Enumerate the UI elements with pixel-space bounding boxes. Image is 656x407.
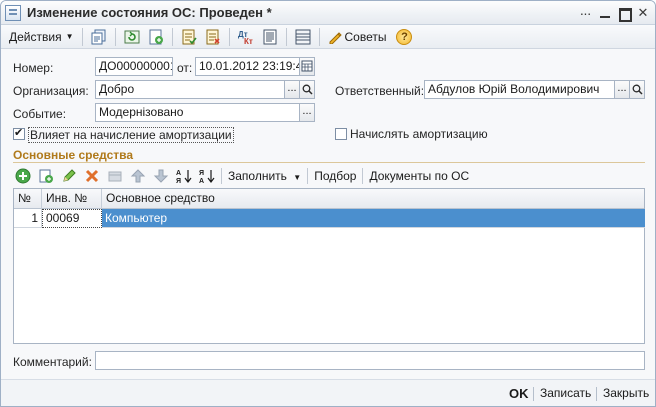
advice-label: Советы xyxy=(344,29,387,44)
actions-menu-button[interactable]: Действия ▼ xyxy=(5,27,78,47)
window-title: Изменение состояния ОС: Проведен * xyxy=(27,5,272,20)
organization-field[interactable]: Добро xyxy=(95,80,285,99)
list-icon[interactable] xyxy=(293,27,313,47)
svg-text:А: А xyxy=(199,178,204,184)
copy-row-icon[interactable] xyxy=(36,166,56,186)
help-button[interactable]: ? xyxy=(396,28,413,45)
advice-button[interactable]: Советы xyxy=(324,30,391,44)
comment-label: Комментарий: xyxy=(13,355,92,369)
event-field[interactable]: Модернізовано xyxy=(95,103,300,122)
documents-button[interactable]: Документы по ОС xyxy=(364,169,474,183)
section-title: Основные средства xyxy=(13,148,134,162)
window-menu-icon[interactable]: ··· xyxy=(576,4,594,22)
inventory-number-cell[interactable]: 00069 xyxy=(42,209,102,228)
refresh-icon[interactable] xyxy=(122,27,142,47)
debit-credit-icon[interactable]: Дт Кт xyxy=(236,27,256,47)
copy-icon[interactable] xyxy=(89,27,109,47)
svg-text:Кт: Кт xyxy=(244,37,253,45)
svg-text:А: А xyxy=(176,170,181,177)
responsible-label: Ответственный: xyxy=(335,84,425,98)
move-down-icon xyxy=(151,166,171,186)
number-label: Номер: xyxy=(13,61,54,75)
calendar-icon xyxy=(301,60,313,72)
minimize-button[interactable] xyxy=(596,4,614,22)
asset-cell[interactable]: Компьютер xyxy=(102,209,645,228)
footer-bar: OK Записать Закрыть xyxy=(1,379,655,406)
toolbar-separator xyxy=(114,27,116,46)
advice-icon xyxy=(329,31,342,44)
table-toolbar: АЯ ЯА Заполнить ▼ Подбор Документы по ОС xyxy=(13,165,645,187)
column-header-inventory[interactable]: Инв. № xyxy=(42,189,102,209)
maximize-button[interactable] xyxy=(615,4,633,22)
table-toolbar-separator xyxy=(362,168,364,184)
post-document-icon[interactable] xyxy=(179,27,199,47)
responsible-field[interactable]: Абдулов Юрій Володимирович xyxy=(424,80,615,99)
ok-button[interactable]: OK xyxy=(509,386,529,401)
new-document-icon[interactable] xyxy=(146,27,166,47)
accrue-depreciation-checkbox[interactable] xyxy=(335,128,347,140)
date-label: от: xyxy=(177,61,193,75)
sort-ascending-icon[interactable]: АЯ xyxy=(174,166,194,186)
svg-text:Я: Я xyxy=(199,170,204,177)
close-window-button[interactable]: ✕ xyxy=(634,4,652,22)
table-row[interactable]: 1 00069 Компьютер xyxy=(14,209,645,228)
toolbar-separator xyxy=(228,27,230,46)
end-edit-icon xyxy=(105,166,125,186)
date-field[interactable]: 10.01.2012 23:19:42 xyxy=(195,57,300,76)
search-icon xyxy=(632,84,643,95)
table-toolbar-separator xyxy=(221,168,222,184)
svg-text:Я: Я xyxy=(176,178,181,184)
table-toolbar-separator xyxy=(307,168,309,184)
table-header: № Инв. № Основное средство xyxy=(14,189,644,209)
search-icon xyxy=(302,84,313,95)
calendar-button[interactable] xyxy=(299,57,315,76)
select-button[interactable]: Подбор xyxy=(309,169,361,183)
organization-open-button[interactable] xyxy=(299,80,315,99)
chevron-down-icon: ▼ xyxy=(293,173,302,182)
footer-separator xyxy=(533,387,534,401)
fill-menu-button[interactable]: Заполнить ▼ xyxy=(223,169,306,183)
number-field[interactable]: ДО000000001 xyxy=(95,57,173,76)
event-label: Событие: xyxy=(13,107,67,121)
title-bar[interactable]: Изменение состояния ОС: Проведен * ··· ✕ xyxy=(1,1,655,25)
affects-depreciation-checkbox[interactable] xyxy=(13,126,25,140)
toolbar-separator xyxy=(81,27,83,46)
document-window: Изменение состояния ОС: Проведен * ··· ✕… xyxy=(0,0,656,407)
main-toolbar: Действия ▼ Дт Кт Советы ? xyxy=(1,25,655,49)
toolbar-separator xyxy=(171,27,173,46)
edit-row-icon[interactable] xyxy=(59,166,79,186)
accrue-depreciation-label[interactable]: Начислять амортизацию xyxy=(350,127,488,141)
organization-select-button[interactable]: ... xyxy=(284,80,300,99)
affects-depreciation-label[interactable]: Влияет на начисление амортизации xyxy=(28,127,234,143)
add-row-icon[interactable] xyxy=(13,166,33,186)
fixed-assets-table[interactable]: № Инв. № Основное средство 1 00069 Компь… xyxy=(13,188,645,344)
unpost-document-icon[interactable] xyxy=(203,27,223,47)
sort-descending-icon[interactable]: ЯА xyxy=(197,166,217,186)
chevron-down-icon: ▼ xyxy=(65,32,74,41)
responsible-select-button[interactable]: ... xyxy=(614,80,630,99)
document-icon xyxy=(5,4,21,21)
move-up-icon xyxy=(128,166,148,186)
column-header-number[interactable]: № xyxy=(14,189,42,209)
actions-menu-label: Действия xyxy=(9,29,62,44)
comment-field[interactable] xyxy=(95,351,645,370)
organization-label: Организация: xyxy=(13,84,89,98)
toolbar-separator xyxy=(318,27,320,46)
toolbar-separator xyxy=(285,27,287,46)
delete-row-icon[interactable] xyxy=(82,166,102,186)
footer-separator xyxy=(596,387,597,401)
column-header-asset[interactable]: Основное средство xyxy=(102,189,645,209)
event-select-button[interactable]: ... xyxy=(299,103,315,122)
responsible-open-button[interactable] xyxy=(629,80,645,99)
close-button[interactable]: Закрыть xyxy=(603,386,649,400)
save-button[interactable]: Записать xyxy=(540,386,591,400)
row-number-cell[interactable]: 1 xyxy=(14,209,42,228)
fill-menu-label: Заполнить xyxy=(228,169,287,183)
section-divider xyxy=(13,162,645,163)
report-icon[interactable] xyxy=(260,27,280,47)
